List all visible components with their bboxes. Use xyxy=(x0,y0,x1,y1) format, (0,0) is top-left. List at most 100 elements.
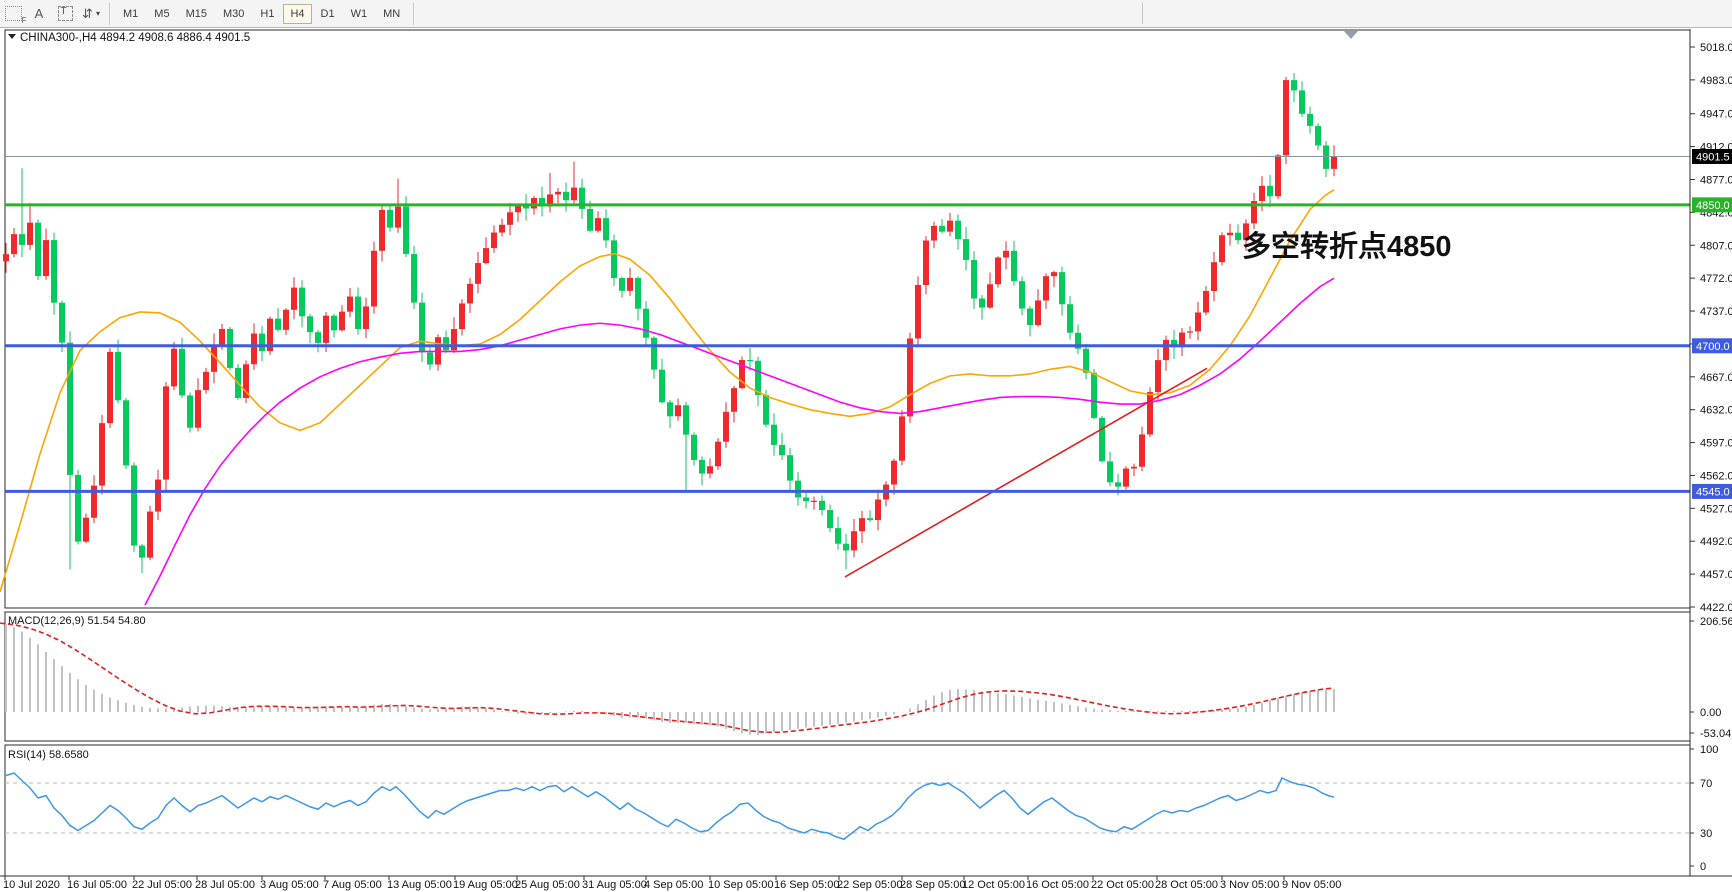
price-tick-label: 4983.0 xyxy=(1700,75,1732,87)
time-tick-label: 25 Aug 05:00 xyxy=(515,879,580,891)
time-axis[interactable]: 10 Jul 202016 Jul 05:0022 Jul 05:0028 Ju… xyxy=(0,876,1732,891)
candle-body xyxy=(171,349,177,387)
toolbar-separator xyxy=(109,3,110,25)
candle-body xyxy=(1187,331,1193,332)
tf-button-m5[interactable]: M5 xyxy=(147,4,176,24)
time-tick-label: 19 Aug 05:00 xyxy=(453,879,518,891)
tf-button-m30[interactable]: M30 xyxy=(216,4,251,24)
candle-body xyxy=(275,319,281,330)
candle-body xyxy=(483,248,489,263)
letter-a-icon: A xyxy=(35,6,44,21)
time-tick-label: 16 Sep 05:00 xyxy=(774,879,839,891)
chart-generated-root: 5018.04983.04947.04912.04877.04842.04807… xyxy=(0,29,1732,891)
current-price-line-label: 4901.5 xyxy=(1696,151,1730,163)
cursor-mode-button[interactable]: ⇵ ▾ xyxy=(79,3,103,24)
candle-body xyxy=(35,223,41,276)
candle-body xyxy=(427,352,433,364)
time-tick-label: 22 Oct 05:00 xyxy=(1091,879,1154,891)
candle-body xyxy=(107,352,113,423)
candle-body xyxy=(843,544,849,551)
tf-button-mn[interactable]: MN xyxy=(376,4,407,24)
candle-body xyxy=(379,210,385,251)
arrows-icon: ⇵ xyxy=(82,6,93,22)
candle-body xyxy=(75,475,81,542)
price-tick-label: 4422.0 xyxy=(1700,602,1732,614)
candle-body xyxy=(971,260,977,299)
candle-body xyxy=(947,221,953,232)
price-tick-label: 4492.0 xyxy=(1700,536,1732,548)
tf-button-m1[interactable]: M1 xyxy=(116,4,145,24)
candle-body xyxy=(499,225,505,233)
tf-button-m15[interactable]: M15 xyxy=(179,4,214,24)
chart-svg[interactable]: 5018.04983.04947.04912.04877.04842.04807… xyxy=(0,0,1732,892)
top-toolbar: F A T ⇵ ▾ M1 M5 M15 M30 H1 H4 D1 W1 MN xyxy=(0,0,1732,28)
candle-body xyxy=(1299,90,1305,113)
price-tick-label: 4737.0 xyxy=(1700,306,1732,318)
candle-body xyxy=(899,416,905,460)
candle-body xyxy=(1275,155,1281,196)
rsi-label: RSI(14) 58.6580 xyxy=(8,749,89,761)
tf-button-h1[interactable]: H1 xyxy=(253,4,281,24)
candle-body xyxy=(1283,80,1289,155)
candle-body xyxy=(403,207,409,254)
price-tick-label: 4947.0 xyxy=(1700,109,1732,121)
candle-body xyxy=(827,510,833,528)
candle-body xyxy=(563,192,569,200)
candle-body xyxy=(699,460,705,474)
candle-body xyxy=(1195,312,1201,331)
candle-body xyxy=(691,435,697,460)
candle-body xyxy=(123,400,129,465)
time-tick-label: 28 Jul 05:00 xyxy=(195,879,255,891)
candle-body xyxy=(491,233,497,249)
candle-body xyxy=(587,209,593,231)
time-tick-label: 12 Oct 05:00 xyxy=(962,879,1025,891)
candle-body xyxy=(1027,309,1033,326)
candle-body xyxy=(3,254,9,261)
toolbar-separator xyxy=(413,3,414,25)
candle-body xyxy=(203,372,209,390)
candle-body xyxy=(51,240,57,303)
time-tick-label: 16 Jul 05:00 xyxy=(67,879,127,891)
candle-body xyxy=(723,412,729,442)
candle-body xyxy=(627,278,633,291)
time-tick-label: 3 Nov 05:00 xyxy=(1220,879,1279,891)
candle-body xyxy=(259,334,265,352)
candle-body xyxy=(1211,262,1217,291)
tf-button-w1[interactable]: W1 xyxy=(344,4,375,24)
candle-body xyxy=(1291,80,1297,90)
candle-body xyxy=(1203,291,1209,313)
text-box-button[interactable]: T xyxy=(53,3,77,24)
candle-body xyxy=(11,234,17,254)
candle-body xyxy=(1219,235,1225,262)
candle-body xyxy=(779,445,785,455)
candle-body xyxy=(19,234,25,245)
toolbar-separator xyxy=(1142,2,1143,24)
annotation-text[interactable]: 多空转折点4850 xyxy=(1242,229,1452,263)
candle-body xyxy=(651,338,657,370)
candle-body xyxy=(1019,281,1025,308)
price-axis[interactable]: 5018.04983.04947.04912.04877.04842.04807… xyxy=(1690,29,1732,876)
rsi-panel[interactable] xyxy=(5,745,1690,876)
price-tick-label: 4457.0 xyxy=(1700,569,1732,581)
grid-settings-button[interactable]: F xyxy=(1,3,25,24)
text-label-button[interactable]: A xyxy=(27,3,51,24)
price-tick-label: 4667.0 xyxy=(1700,372,1732,384)
candle-body xyxy=(1099,418,1105,461)
candle-body xyxy=(1123,468,1129,486)
candle-body xyxy=(323,316,329,343)
candle-body xyxy=(731,388,737,412)
candle-body xyxy=(27,223,33,245)
candle-body xyxy=(707,466,713,473)
candle-body xyxy=(99,423,105,485)
tf-button-h4[interactable]: H4 xyxy=(283,4,311,24)
candle-body xyxy=(1147,392,1153,434)
tf-button-d1[interactable]: D1 xyxy=(314,4,342,24)
candle-body xyxy=(667,402,673,416)
time-tick-label: 31 Aug 05:00 xyxy=(582,879,647,891)
time-tick-label: 28 Oct 05:00 xyxy=(1155,879,1218,891)
candle-body xyxy=(1131,467,1137,469)
candle-body xyxy=(1307,114,1313,126)
macd-panel[interactable] xyxy=(5,612,1690,741)
main-panel[interactable] xyxy=(5,30,1690,608)
candle-body xyxy=(755,361,761,395)
